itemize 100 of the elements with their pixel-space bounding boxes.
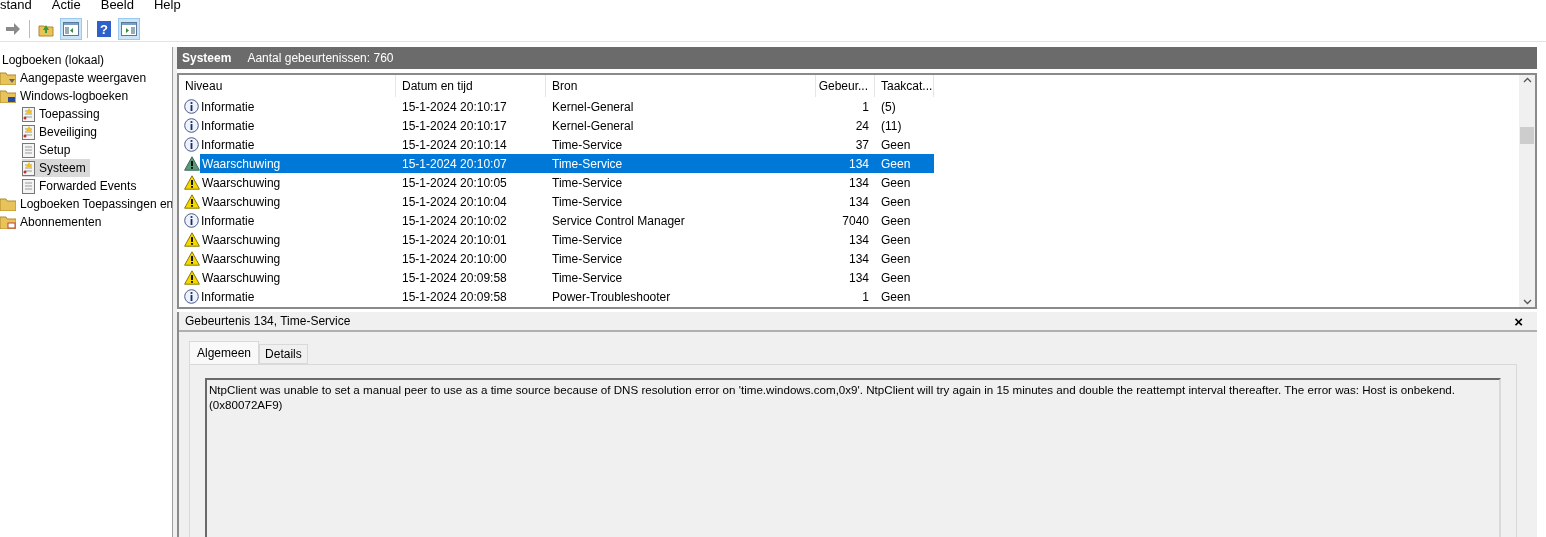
table-cell: 134 (816, 154, 875, 173)
event-message: NtpClient was unable to set a manual peer to use as a time source because of DNS resolution error on 'time.windows.com,0x9'. NtpClient will try again in 15 minutes and double the reattempt interval thereafter. The error was: Host is onbekend. (0x80072AF9) (205, 378, 1501, 537)
table-row[interactable]: Waarschuwing 15-1-2024 20:10:04 Time-Service 134 Geen (179, 192, 934, 211)
table-cell-text: 134 (847, 231, 870, 249)
table-cell-text: Waarschuwing (201, 231, 282, 249)
info-icon (184, 137, 199, 152)
scrollbar[interactable] (1519, 75, 1535, 307)
table-cell-text: Kernel-General (551, 98, 635, 116)
column-header[interactable]: Taakcat... (875, 75, 934, 97)
column-header[interactable]: Datum en tijd (396, 75, 546, 97)
table-cell-text: Waarschuwing (201, 250, 282, 268)
table-cell-text: 7040 (841, 212, 870, 230)
warning-icon (184, 270, 200, 285)
table-cell-text: Geen (880, 269, 912, 287)
table-cell-text: (5) (880, 98, 897, 116)
table-cell-text: Power-Troubleshooter (551, 288, 672, 306)
table-row[interactable]: Waarschuwing 15-1-2024 20:10:00 Time-Service 134 Geen (179, 249, 934, 268)
warning-icon (184, 251, 200, 266)
menu-item[interactable]: Actie (51, 0, 81, 12)
close-button[interactable]: × (1514, 313, 1523, 329)
table-cell-text: Kernel-General (551, 117, 635, 135)
table-cell-text: 134 (847, 250, 870, 268)
table-cell-text: Geen (880, 250, 912, 268)
column-header[interactable]: Niveau (179, 75, 396, 97)
table-row[interactable]: Waarschuwing 15-1-2024 20:10:05 Time-Service 134 Geen (179, 173, 934, 192)
table-cell-text: Geen (880, 288, 912, 306)
table-cell-text: Time-Service (551, 250, 624, 268)
table-row[interactable]: Waarschuwing 15-1-2024 20:10:01 Time-Service 134 Geen (179, 230, 934, 249)
table-cell-text: Informatie (200, 288, 256, 306)
table-cell: Geen (875, 154, 934, 173)
event-count: Aantal gebeurtenissen: 760 (247, 50, 394, 67)
table-cell: 15-1-2024 20:10:07 (396, 154, 546, 173)
table-cell-text: 15-1-2024 20:09:58 (401, 288, 508, 306)
table-cell-text: Time-Service (551, 193, 624, 211)
info-icon (184, 289, 199, 304)
menu-item[interactable]: Beeld (100, 0, 134, 12)
table-cell-text: Time-Service (551, 231, 624, 249)
column-header[interactable]: Bron (546, 75, 816, 97)
table-cell-text: 15-1-2024 20:10:14 (401, 136, 508, 154)
table-cell-text: Time-Service (551, 174, 624, 192)
tree-item[interactable]: Logboeken (lokaal) (2, 51, 105, 69)
tree-item[interactable]: Toepassing (22, 105, 104, 123)
menu-item[interactable]: stand (0, 0, 32, 12)
table-row[interactable]: Waarschuwing 15-1-2024 20:09:58 Time-Service 134 Geen (179, 268, 934, 287)
tree-item[interactable]: Systeem (22, 159, 90, 177)
table-cell-text: Informatie (200, 98, 256, 116)
table-row[interactable]: Waarschuwing 15-1-2024 20:10:07 Time-Service 134 Geen (179, 154, 934, 173)
table-cell-text: Geen (880, 136, 912, 154)
table-cell-text: 1 (861, 98, 870, 116)
column-header[interactable]: Gebeur... (816, 75, 875, 97)
table-cell-text: Informatie (200, 136, 256, 154)
table-cell-text: 134 (847, 193, 870, 211)
table-cell-text: Time-Service (551, 269, 624, 287)
log-icon (22, 142, 35, 158)
log-icon (22, 160, 35, 176)
tree-item[interactable]: Windows-logboeken (0, 87, 133, 105)
tree-item[interactable]: Abonnementen (0, 213, 106, 231)
info-icon (184, 213, 199, 228)
log-title: Systeem (182, 50, 232, 67)
warning-icon (184, 232, 200, 247)
table-row[interactable]: Informatie 15-1-2024 20:09:58 Power-Troubleshooter 1 Geen (179, 287, 934, 306)
table-cell-text: Service Control Manager (551, 212, 686, 230)
event-title: Gebeurtenis 134, Time-Service (185, 313, 351, 330)
table-cell-text: Geen (880, 174, 912, 192)
tree-item[interactable]: Aangepaste weergaven (0, 69, 151, 87)
table-cell-text: 15-1-2024 20:10:17 (401, 98, 508, 116)
table-cell-text: 15-1-2024 20:10:01 (401, 231, 508, 249)
menu-item[interactable]: Help (153, 0, 181, 12)
table-row[interactable]: Informatie 15-1-2024 20:10:14 Time-Service 37 Geen (179, 135, 934, 154)
table-cell-text: 37 (854, 136, 870, 154)
table-cell-text: Geen (880, 193, 912, 211)
table-row[interactable]: Informatie 15-1-2024 20:10:02 Service Control Manager 7040 Geen (179, 211, 934, 230)
table-cell-text: Informatie (200, 117, 256, 135)
table-cell-text: 15-1-2024 20:10:17 (401, 117, 508, 135)
scroll-thumb[interactable] (1520, 127, 1534, 144)
forward-arrow-icon (5, 21, 21, 36)
table-row[interactable]: Informatie 15-1-2024 20:10:17 Kernel-General 24 (11) (179, 116, 934, 135)
tree-item[interactable]: Setup (22, 141, 75, 159)
folder-icon (0, 71, 16, 85)
tree-item[interactable]: Beveiliging (22, 123, 102, 141)
info-icon (184, 99, 199, 114)
tree-item[interactable]: Logboeken Toepassingen en (0, 195, 172, 213)
table-cell-text: 15-1-2024 20:10:04 (401, 193, 508, 211)
table-cell-text: 134 (847, 174, 870, 192)
table-cell-text: 15-1-2024 20:10:05 (401, 174, 508, 192)
table-cell-text: Geen (880, 231, 912, 249)
warning-icon (184, 175, 200, 190)
table-cell-text: Waarschuwing (201, 269, 282, 287)
tab[interactable]: Algemeen (189, 341, 260, 364)
toolbar-button[interactable] (60, 17, 82, 40)
table-cell-text: (11) (880, 117, 903, 135)
folder-icon (0, 197, 16, 211)
tree-item[interactable]: Forwarded Events (22, 177, 141, 195)
table-cell: Waarschuwing (200, 154, 396, 173)
table-row[interactable]: Informatie 15-1-2024 20:10:17 Kernel-General 1 (5) (179, 97, 934, 116)
tab[interactable]: Details (259, 344, 308, 364)
toolbar-button[interactable] (118, 17, 140, 40)
table-cell-text: 15-1-2024 20:09:58 (401, 269, 508, 287)
table-cell-text: 15-1-2024 20:10:00 (401, 250, 508, 268)
info-icon (184, 118, 199, 133)
